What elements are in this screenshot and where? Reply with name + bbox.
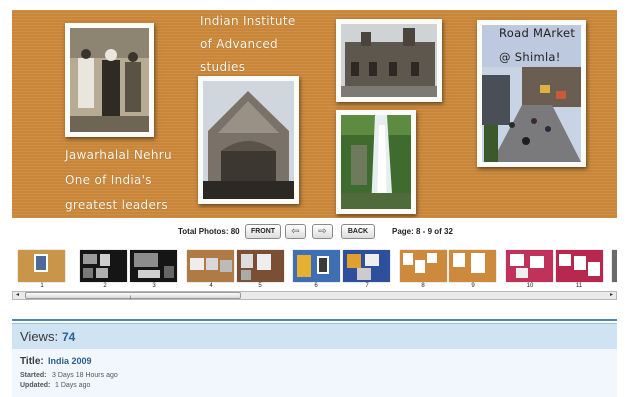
thumbnail-page-11[interactable] [556, 250, 603, 282]
album-info: Title: India 2009 Started: 3 Days 18 Hou… [12, 349, 617, 397]
thumbnail-number: 1 [40, 283, 44, 289]
institute-building-image [203, 81, 294, 199]
views-label: Views: [20, 329, 59, 344]
thumbnail-page-2[interactable] [80, 250, 127, 282]
started-label: Started: [20, 372, 47, 379]
section-divider [12, 319, 617, 321]
thumbnail-page-4[interactable] [187, 250, 234, 282]
thumbnail-page-8[interactable] [400, 250, 447, 282]
updated-value: 1 Days ago [55, 382, 91, 389]
thumbnail-number: 11 [575, 283, 583, 289]
previous-page-button[interactable]: ⇦ [285, 224, 306, 239]
thumbnail-number: 6 [314, 283, 318, 289]
institute-caption-line2: of Advanced [200, 37, 278, 51]
market-caption-line2: @ Shimla! [499, 50, 561, 64]
thumbnail-page-7[interactable] [343, 250, 390, 282]
road-market-image [482, 25, 581, 162]
updated-label: Updated: [20, 382, 51, 389]
heritage-building-image [341, 24, 437, 97]
thumbnail-number: 3 [152, 283, 156, 289]
institute-building-photo[interactable] [198, 76, 299, 204]
left-arrow-icon: ⇦ [291, 226, 300, 237]
thumbnail-page-3[interactable] [130, 250, 177, 282]
heritage-building-photo[interactable] [336, 19, 442, 102]
thumbnail-number: 5 [258, 283, 262, 289]
album-spread: Indian Institute of Advanced studies Jaw… [12, 10, 617, 218]
thumbnail-number: 9 [471, 283, 475, 289]
nehru-caption-line1: Jawarhalal Nehru [65, 148, 172, 162]
started-value: 3 Days 18 Hours ago [52, 372, 118, 379]
road-market-photo[interactable] [477, 20, 586, 167]
waterfall-photo[interactable] [336, 110, 416, 214]
thumbnail-page-6[interactable] [293, 250, 340, 282]
thumbnail-scrollbar[interactable]: ◂ ||| ▸ [12, 291, 617, 300]
views-count: 74 [62, 330, 76, 344]
scrollbar-thumb[interactable]: ||| [25, 292, 241, 299]
scroll-right-arrow-icon[interactable]: ▸ [607, 292, 616, 299]
thumbnail-number: 7 [365, 283, 369, 289]
waterfall-image [341, 115, 411, 209]
thumbnail-page-5[interactable] [237, 250, 284, 282]
album-title[interactable]: India 2009 [48, 356, 92, 366]
thumbnail-page-10[interactable] [506, 250, 553, 282]
thumbnail-number: 8 [421, 283, 425, 289]
institute-caption-line1: Indian Institute [200, 14, 296, 28]
right-arrow-icon: ⇨ [318, 226, 327, 237]
views-bar: Views: 74 [12, 324, 617, 349]
title-label: Title: [20, 356, 44, 367]
thumbnail-page-9[interactable] [449, 250, 496, 282]
thumbnail-strip: 1 2 3 4 5 6 7 8 9 10 11 [12, 246, 617, 294]
back-button[interactable]: BACK [341, 224, 375, 239]
nehru-photo-image [70, 28, 149, 132]
nehru-photo[interactable] [65, 23, 154, 137]
thumbnail-number: 2 [103, 283, 107, 289]
scroll-left-arrow-icon[interactable]: ◂ [13, 292, 22, 299]
total-photos-label: Total Photos: 80 [178, 227, 240, 236]
page-info-label: Page: 8 - 9 of 32 [392, 227, 453, 236]
institute-caption-line3: studies [200, 60, 246, 74]
thumbnail-page-12-partial[interactable] [612, 250, 617, 282]
navigation-bar: Total Photos: 80 FRONT ⇦ ⇨ BACK Page: 8 … [0, 224, 632, 242]
market-caption-line1: Road MArket [499, 26, 576, 40]
nehru-caption-line3: greatest leaders [65, 198, 168, 212]
front-button[interactable]: FRONT [245, 224, 281, 239]
thumbnail-number: 10 [526, 283, 534, 289]
nehru-caption-line2: One of India's [65, 173, 152, 187]
thumbnail-number: 4 [209, 283, 213, 289]
thumbnail-page-1[interactable] [18, 250, 65, 282]
next-page-button[interactable]: ⇨ [312, 224, 333, 239]
